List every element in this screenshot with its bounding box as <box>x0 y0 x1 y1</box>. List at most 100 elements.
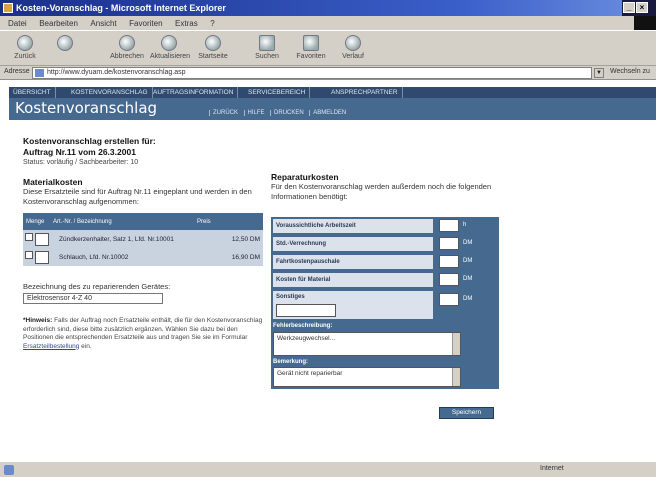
save-button[interactable]: Speichern <box>439 407 494 419</box>
materials-description: Diese Ersatzteile sind für Auftrag Nr.11… <box>23 187 252 206</box>
browser-toolbar: Zurück Abbrechen Aktualisieren Startseit… <box>0 30 656 66</box>
row-checkbox[interactable] <box>25 250 33 259</box>
table-row: Zündkerzenhalter, Satz 1, Lfd. Nr.10001 … <box>23 230 263 248</box>
col-bezeichnung: Art.-Nr. / Bezeichnung <box>53 218 112 225</box>
scrollbar[interactable] <box>452 333 460 355</box>
link-abmelden[interactable]: ABMELDEN <box>309 110 350 116</box>
back-arrow-icon <box>17 35 33 51</box>
address-label: Adresse <box>4 68 30 75</box>
order-number: Auftrag Nr.11 vom 26.3.2001 <box>23 147 136 157</box>
materials-table: Menge Art.-Nr. / Bezeichnung Preis Zündk… <box>23 213 263 266</box>
tab-uebersicht[interactable]: ÜBERSICHT <box>9 87 56 98</box>
footnote-text: Falls der Auftrag noch Ersatzteile enthä… <box>23 317 263 341</box>
unit-label: DM <box>463 296 473 302</box>
footnote: *Hinweis: Falls der Auftrag noch Ersatzt… <box>23 317 268 351</box>
stop-icon <box>119 35 135 51</box>
link-hilfe[interactable]: HILFE <box>243 110 268 116</box>
back-button[interactable]: Zurück <box>6 33 44 65</box>
left-column: Kostenvoranschlag erstellen für: Auftrag… <box>23 136 263 207</box>
page-content: ÜBERSICHT KOSTENVORANSCHLAG AUFTRAGSINFO… <box>9 80 656 460</box>
footnote-hint: *Hinweis: <box>23 317 53 324</box>
table-row: Schlauch, Lfd. Nr.10002 16,90 DM <box>23 248 263 266</box>
search-icon <box>259 35 275 51</box>
quantity-input[interactable] <box>35 232 49 246</box>
sonstiges-text-input[interactable] <box>276 304 336 317</box>
intro-heading: Kostenvoranschlag erstellen für: <box>23 136 156 146</box>
fault-label: Fehlerbeschreibung: <box>273 323 333 329</box>
refresh-icon <box>161 35 177 51</box>
menu-favoriten[interactable]: Favoriten <box>129 19 162 28</box>
window-titlebar: Kosten-Voranschlag - Microsoft Internet … <box>0 0 656 16</box>
repair-title: Reparaturkosten <box>271 172 339 182</box>
close-icon[interactable]: × <box>636 2 648 13</box>
unit-label: h <box>463 222 467 228</box>
fahrtkosten-input[interactable] <box>439 255 459 268</box>
menu-help[interactable]: ? <box>210 19 214 28</box>
ie-app-icon <box>3 3 13 13</box>
search-button[interactable]: Suchen <box>248 33 286 65</box>
address-input[interactable]: http://www.dyuam.de/kostenvoranschlag.as… <box>32 67 592 79</box>
quantity-input[interactable] <box>35 250 49 264</box>
sonstiges-input[interactable] <box>439 293 459 306</box>
tab-servicebereich[interactable]: SERVICEBEREICH <box>244 87 311 98</box>
history-button[interactable]: Verlauf <box>334 33 372 65</box>
device-input[interactable]: Elektrosensor 4-Z 40 <box>23 293 163 304</box>
page-done-icon <box>4 465 14 475</box>
main-nav: ÜBERSICHT KOSTENVORANSCHLAG AUFTRAGSINFO… <box>9 87 656 98</box>
repair-description: Für den Kostenvoranschlag werden außerde… <box>271 182 492 201</box>
col-preis: Preis <box>197 218 211 225</box>
forward-arrow-icon <box>57 35 73 51</box>
footnote-end: ein. <box>79 342 92 350</box>
materialkosten-input[interactable] <box>439 273 459 286</box>
page-icon <box>35 69 44 77</box>
repair-row-label: Std.-Verrechnung <box>273 237 433 251</box>
history-icon <box>345 35 361 51</box>
link-drucken[interactable]: DRUCKEN <box>270 110 307 116</box>
chevron-down-icon[interactable]: ▼ <box>594 68 604 78</box>
menu-bearbeiten[interactable]: Bearbeiten <box>39 19 78 28</box>
tab-kostenvoranschlag[interactable]: KOSTENVORANSCHLAG <box>67 87 153 98</box>
link-zurueck[interactable]: ZURÜCK <box>209 110 241 116</box>
tab-ansprechpartner[interactable]: ANSPRECHPARTNER <box>327 87 403 98</box>
table-header: Menge Art.-Nr. / Bezeichnung Preis <box>23 213 263 230</box>
go-button[interactable]: Wechseln zu <box>610 68 650 75</box>
zone-indicator: Internet <box>540 465 564 472</box>
home-icon <box>205 35 221 51</box>
home-button[interactable]: Startseite <box>194 33 232 65</box>
row-checkbox[interactable] <box>25 232 33 241</box>
menu-datei[interactable]: Datei <box>8 19 27 28</box>
favorites-icon <box>303 35 319 51</box>
stundensatz-input[interactable] <box>439 237 459 250</box>
repair-form: Voraussichtliche Arbeitszeit h Std.-Verr… <box>271 217 499 389</box>
window-title: Kosten-Voranschlag - Microsoft Internet … <box>16 3 226 13</box>
materials-title: Materialkosten <box>23 177 83 187</box>
unit-label: DM <box>463 276 473 282</box>
forward-button[interactable] <box>46 33 84 65</box>
unit-label: DM <box>463 258 473 264</box>
repair-row-label: Voraussichtliche Arbeitszeit <box>273 219 433 233</box>
ersatzteil-link[interactable]: Ersatzteilbestellung <box>23 343 79 350</box>
menu-extras[interactable]: Extras <box>175 19 198 28</box>
comment-textarea[interactable]: Gerät nicht reparierbar <box>273 367 461 387</box>
repair-row-label: Fahrtkostenpauschale <box>273 255 433 269</box>
row-name: Zündkerzenhalter, Satz 1, Lfd. Nr.10001 <box>59 235 174 243</box>
minimize-icon[interactable]: _ <box>623 2 635 13</box>
tab-auftragsinformation[interactable]: AUFTRAGSINFORMATION <box>149 87 239 98</box>
stop-button[interactable]: Abbrechen <box>108 33 146 65</box>
refresh-button[interactable]: Aktualisieren <box>150 33 190 65</box>
favorites-button[interactable]: Favoriten <box>292 33 330 65</box>
menu-ansicht[interactable]: Ansicht <box>90 19 116 28</box>
comment-label: Bemerkung: <box>273 359 309 365</box>
arbeitszeit-input[interactable] <box>439 219 459 232</box>
page-title: Kostenvoranschlag <box>15 99 158 117</box>
row-price: 16,90 DM <box>231 253 260 261</box>
address-url: http://www.dyuam.de/kostenvoranschlag.as… <box>47 69 186 76</box>
page-header: Kostenvoranschlag ZURÜCK HILFE DRUCKEN A… <box>9 98 656 120</box>
fault-textarea[interactable]: Werkzeugwechsel... <box>273 332 461 356</box>
col-menge: Menge <box>26 218 45 225</box>
scrollbar[interactable] <box>452 368 460 386</box>
status-bar: Internet <box>0 461 656 477</box>
row-price: 12,50 DM <box>231 235 260 243</box>
unit-label: DM <box>463 240 473 246</box>
menubar: Datei Bearbeiten Ansicht Favoriten Extra… <box>0 16 656 46</box>
